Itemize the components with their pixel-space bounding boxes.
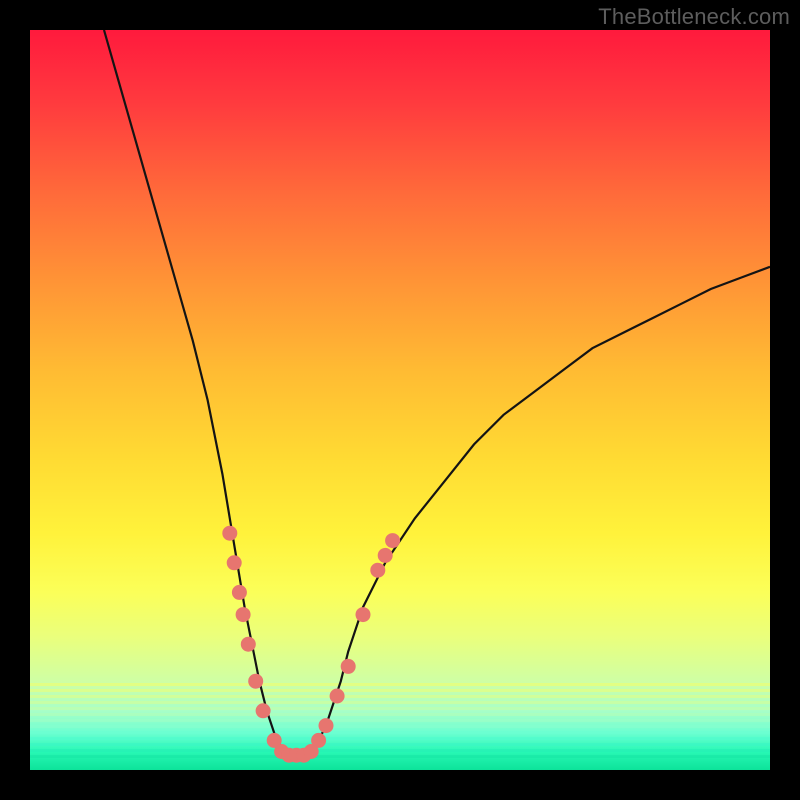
bottleneck-curve <box>104 30 770 755</box>
curve-marker <box>232 585 247 600</box>
curve-marker <box>341 659 356 674</box>
curve-marker <box>356 607 371 622</box>
curve-marker <box>241 637 256 652</box>
plot-area <box>30 30 770 770</box>
curve-marker <box>222 526 237 541</box>
curve-marker <box>378 548 393 563</box>
curve-marker <box>319 718 334 733</box>
curve-marker <box>385 533 400 548</box>
chart-frame: TheBottleneck.com <box>0 0 800 800</box>
curve-marker <box>248 674 263 689</box>
chart-svg <box>30 30 770 770</box>
watermark-text: TheBottleneck.com <box>598 4 790 30</box>
curve-marker <box>236 607 251 622</box>
curve-marker <box>256 703 271 718</box>
curve-marker <box>227 555 242 570</box>
curve-marker <box>370 563 385 578</box>
curve-marker <box>311 733 326 748</box>
curve-marker <box>330 689 345 704</box>
curve-markers-group <box>222 526 400 763</box>
